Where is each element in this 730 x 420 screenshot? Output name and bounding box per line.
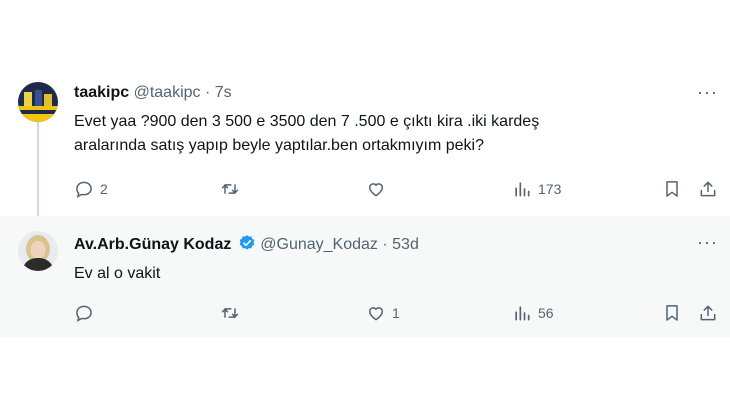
tweet-text-line: Evet yaa ?900 den 3 500 e 3500 den 7 .50… <box>74 113 540 130</box>
more-icon[interactable]: ··· <box>697 232 718 253</box>
timestamp[interactable]: 53d <box>392 236 419 253</box>
reply-button[interactable]: 2 <box>74 179 108 199</box>
like-icon <box>368 183 384 197</box>
meta-separator: · <box>204 84 211 101</box>
bookmark-button[interactable] <box>662 179 682 199</box>
views-icon <box>515 306 530 321</box>
bookmark-icon <box>666 181 678 197</box>
retweet-button[interactable] <box>220 303 246 323</box>
bookmark-icon <box>666 305 678 321</box>
reply-icon <box>76 181 92 199</box>
author-handle[interactable]: @Gunay_Kodaz <box>260 236 378 253</box>
share-button[interactable] <box>698 303 718 323</box>
views-button[interactable]: 56 <box>512 303 554 323</box>
like-count: 1 <box>392 305 400 321</box>
retweet-button[interactable] <box>220 179 246 199</box>
like-button[interactable]: 1 <box>366 303 400 323</box>
share-icon <box>700 181 716 197</box>
retweet-icon <box>221 307 239 319</box>
display-name[interactable]: Av.Arb.Günay Kodaz <box>74 236 231 253</box>
tweet-text-line: aralarında satış yapıp beyle yaptılar.be… <box>74 137 484 154</box>
share-button[interactable] <box>698 179 718 199</box>
reply-count: 2 <box>100 181 108 197</box>
avatar-gunay-kodaz[interactable] <box>18 231 58 271</box>
display-name[interactable]: taakipc <box>74 84 129 101</box>
like-button[interactable] <box>366 179 392 199</box>
author-line: taakipc @taakipc · 7s <box>74 84 232 102</box>
tweet-reply[interactable]: Av.Arb.Günay Kodaz @Gunay_Kodaz · 53d ··… <box>0 216 730 337</box>
timestamp[interactable]: 7s <box>215 84 232 101</box>
more-icon[interactable]: ··· <box>697 82 718 103</box>
like-icon <box>368 307 384 321</box>
share-icon <box>700 305 716 321</box>
views-icon <box>515 182 530 197</box>
views-count: 56 <box>538 305 554 321</box>
reply-icon <box>76 305 92 323</box>
tweet-original[interactable]: taakipc @taakipc · 7s ··· Evet yaa ?900 … <box>0 72 730 218</box>
tweet-text: Ev al o vakit <box>74 265 161 282</box>
views-count: 173 <box>538 181 562 197</box>
bookmark-button[interactable] <box>662 303 682 323</box>
meta-separator: · <box>382 236 388 253</box>
tweet-text: Evet yaa ?900 den 3 500 e 3500 den 7 .50… <box>74 110 539 158</box>
author-handle[interactable]: @taakipc <box>134 84 201 101</box>
author-line: Av.Arb.Günay Kodaz @Gunay_Kodaz · 53d <box>74 234 419 254</box>
thread-connector-line <box>37 122 39 218</box>
verified-badge-icon <box>239 235 255 250</box>
retweet-icon <box>221 183 239 195</box>
reply-button[interactable] <box>74 303 100 323</box>
views-button[interactable]: 173 <box>512 179 561 199</box>
avatar-taakipc[interactable] <box>18 82 58 122</box>
